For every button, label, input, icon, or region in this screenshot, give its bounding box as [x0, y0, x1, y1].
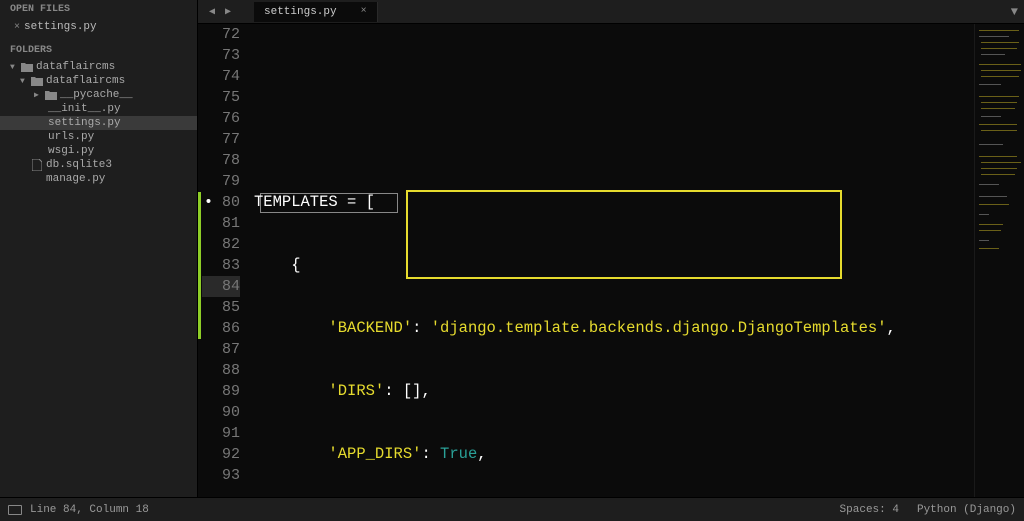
panel-icon[interactable] — [8, 505, 22, 515]
tree-item[interactable]: ▼ dataflaircms — [0, 74, 197, 88]
open-file-label: settings.py — [24, 21, 97, 33]
line-numbers: 72 73 74 75 76 77 78 79 • 80 81 82 83 84… — [202, 24, 250, 497]
status-syntax[interactable]: Python (Django) — [917, 504, 1016, 516]
open-file-item[interactable]: × settings.py — [0, 19, 197, 35]
status-bar: Line 84, Column 18 Spaces: 4 Python (Dja… — [0, 497, 1024, 521]
tree-root[interactable]: ▼ dataflaircms — [0, 60, 197, 74]
sidebar: OPEN FILES × settings.py FOLDERS ▼ datafl… — [0, 0, 198, 497]
chevron-down-icon: ▼ — [20, 77, 30, 86]
tree-label: manage.py — [46, 173, 105, 185]
tree-label: dataflaircms — [46, 75, 125, 87]
code-area[interactable]: TEMPLATES = [ { 'BACKEND': 'django.templ… — [250, 24, 974, 497]
tree-item[interactable]: db.sqlite3 — [0, 158, 197, 172]
close-icon[interactable]: × — [14, 22, 20, 33]
minimap[interactable] — [974, 24, 1024, 497]
status-position[interactable]: Line 84, Column 18 — [30, 504, 149, 516]
file-icon — [30, 159, 44, 171]
tree-label: db.sqlite3 — [46, 159, 112, 171]
close-icon[interactable]: × — [361, 6, 367, 17]
tab-bar: ◀ ▶ settings.py × ▼ — [198, 0, 1024, 24]
modified-dot-icon: • — [204, 194, 213, 211]
tree-item[interactable]: urls.py — [0, 130, 197, 144]
tree-item[interactable]: ▶ __pycache__ — [0, 88, 197, 102]
tree-item-active[interactable]: settings.py — [0, 116, 197, 130]
file-tab[interactable]: settings.py × — [254, 2, 378, 22]
tree-label: wsgi.py — [48, 145, 94, 157]
tree-label: __pycache__ — [60, 89, 133, 101]
folders-header: FOLDERS — [0, 41, 197, 60]
tree-label: urls.py — [48, 131, 94, 143]
git-gutter — [198, 24, 202, 497]
folder-icon — [20, 62, 34, 72]
nav-forward-icon[interactable]: ▶ — [220, 4, 236, 20]
tree-label: dataflaircms — [36, 61, 115, 73]
nav-back-icon[interactable]: ◀ — [204, 4, 220, 20]
tree-item[interactable]: wsgi.py — [0, 144, 197, 158]
chevron-down-icon: ▼ — [10, 63, 20, 72]
status-spaces[interactable]: Spaces: 4 — [840, 504, 899, 516]
tree-item[interactable]: __init__.py — [0, 102, 197, 116]
tree-item[interactable]: manage.py — [0, 172, 197, 186]
tree-label: settings.py — [48, 117, 121, 129]
code-editor[interactable]: 72 73 74 75 76 77 78 79 • 80 81 82 83 84… — [198, 24, 1024, 497]
chevron-down-icon[interactable]: ▼ — [1011, 5, 1018, 19]
tab-label: settings.py — [264, 6, 337, 18]
folder-icon — [30, 76, 44, 86]
chevron-right-icon: ▶ — [34, 90, 44, 100]
tree-label: __init__.py — [48, 103, 121, 115]
open-files-header: OPEN FILES — [0, 0, 197, 19]
folder-icon — [44, 90, 58, 100]
